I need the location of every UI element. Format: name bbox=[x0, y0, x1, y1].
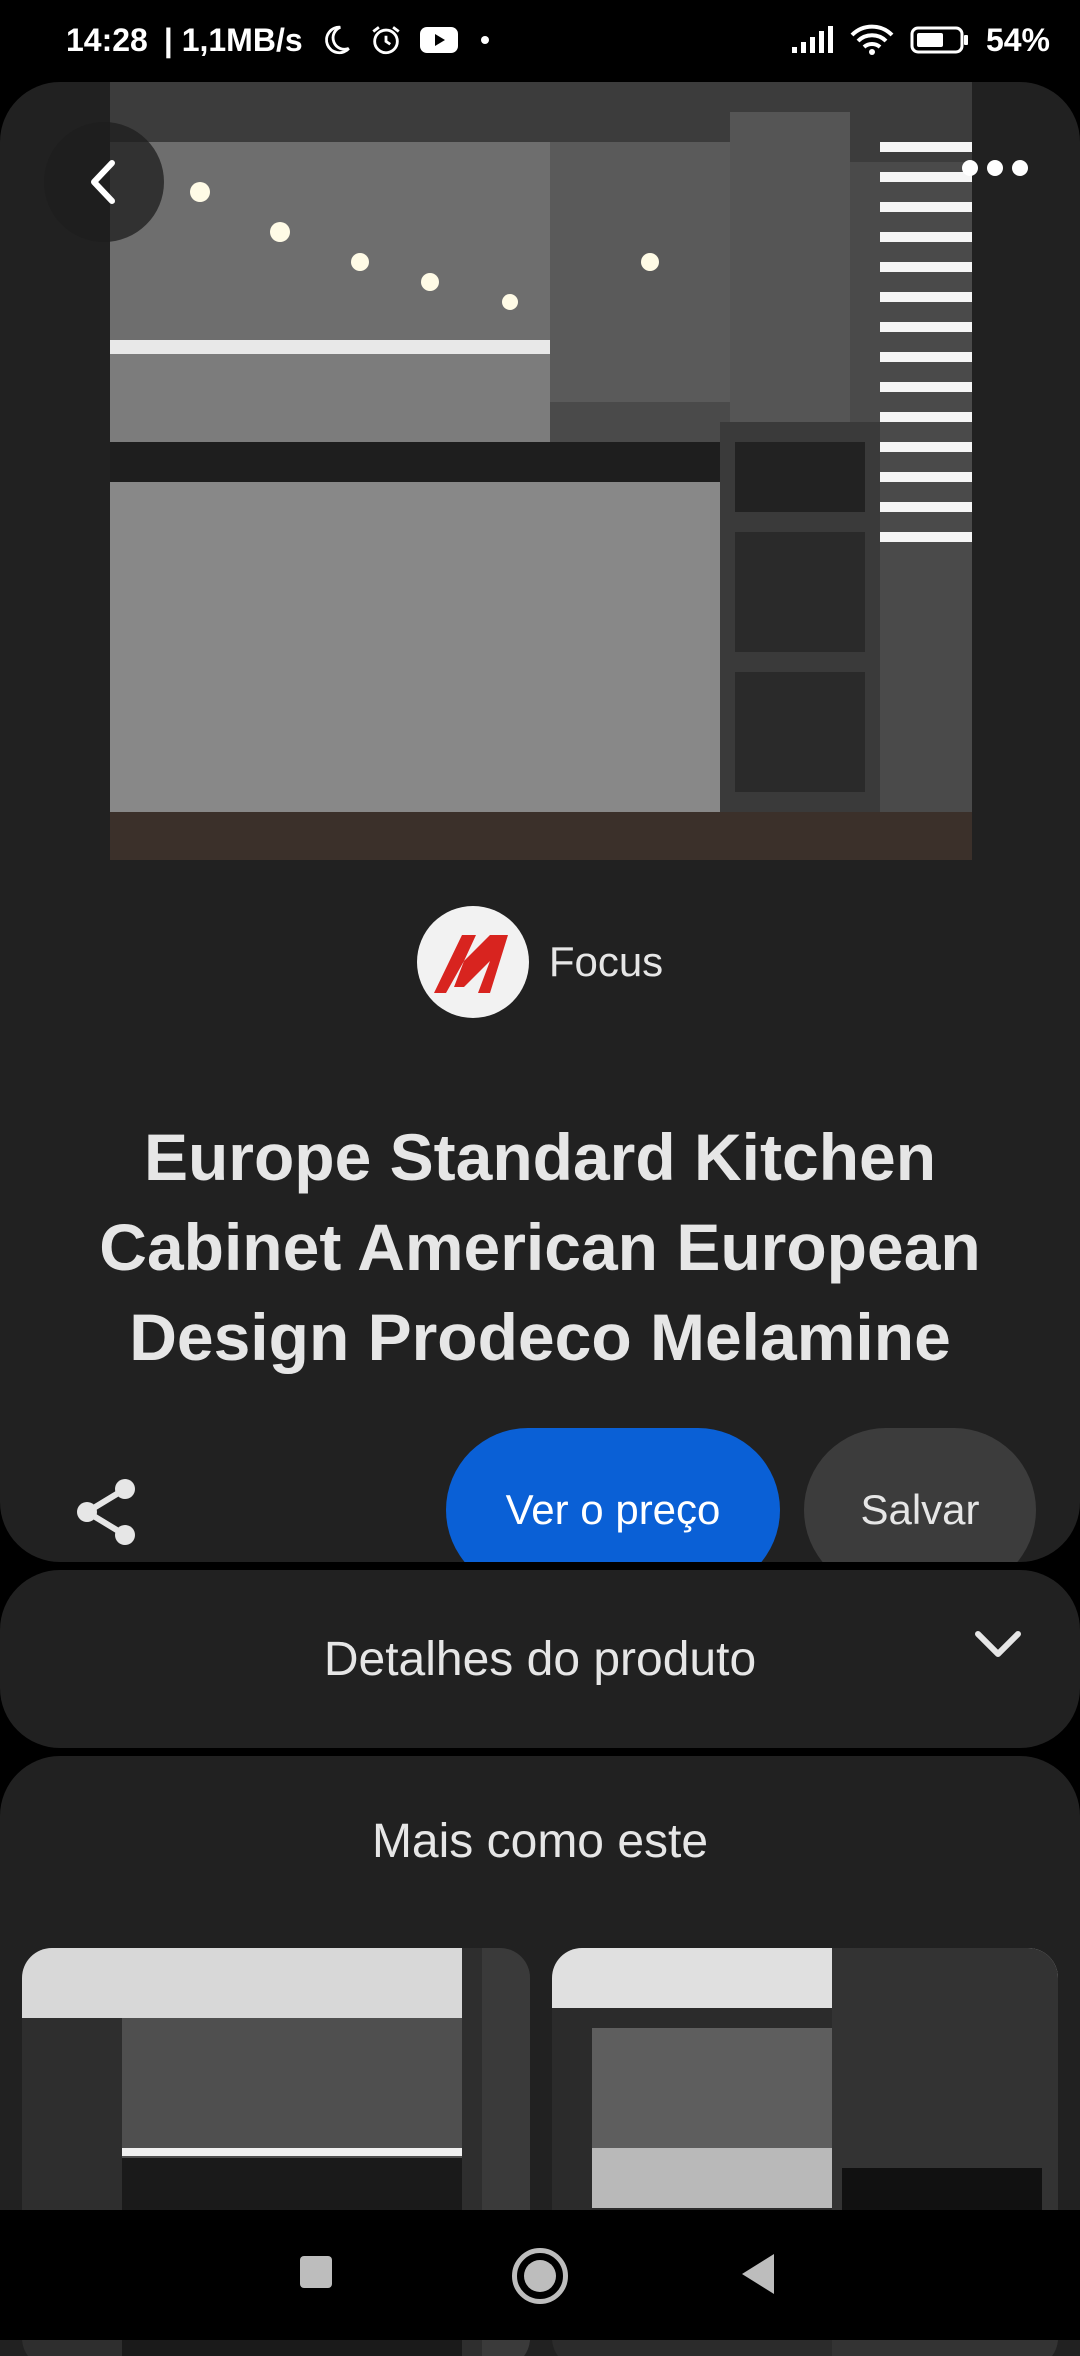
youtube-icon bbox=[419, 25, 459, 55]
wifi-icon bbox=[850, 24, 894, 56]
brand-name: Focus bbox=[548, 938, 664, 985]
brand-logo bbox=[416, 906, 529, 1018]
share-icon bbox=[77, 1479, 135, 1545]
status-bar: 14:28 | 1,1MB/s 54% bbox=[0, 0, 1080, 80]
back-button[interactable] bbox=[44, 122, 164, 242]
network-speed: | 1,1MB/s bbox=[163, 21, 303, 58]
share-button[interactable] bbox=[66, 1472, 146, 1552]
pin-title: Europe Standard Kitchen Cabinet American… bbox=[99, 1120, 981, 1374]
more-icon bbox=[962, 160, 1028, 176]
recent-apps-button[interactable] bbox=[300, 2256, 332, 2288]
dot-icon bbox=[475, 30, 495, 50]
battery-level: 54% bbox=[985, 21, 1050, 58]
home-button[interactable] bbox=[512, 2248, 568, 2304]
kitchen-image bbox=[110, 82, 972, 860]
battery-icon bbox=[910, 25, 970, 55]
save-button[interactable]: Salvar bbox=[804, 1428, 1036, 1562]
more-options-button[interactable] bbox=[950, 138, 1040, 198]
pin-card: Focus Europe Standard Kitchen Cabinet Am… bbox=[0, 82, 1080, 1562]
more-like-this-title: Mais como este bbox=[371, 1815, 709, 1868]
status-left: 14:28 | 1,1MB/s bbox=[66, 22, 495, 59]
status-time: 14:28 bbox=[66, 21, 148, 58]
product-details-toggle[interactable]: Detalhes do produto bbox=[0, 1570, 1080, 1748]
pin-image[interactable] bbox=[110, 82, 972, 860]
view-price-button[interactable]: Ver o preço bbox=[446, 1428, 780, 1562]
system-nav-bar bbox=[0, 2210, 1080, 2340]
chevron-down-icon bbox=[975, 1631, 1021, 1657]
signal-icon bbox=[790, 25, 834, 55]
chevron-left-icon bbox=[91, 160, 115, 204]
alarm-icon bbox=[369, 23, 403, 57]
focus-logo-icon bbox=[433, 935, 508, 993]
brand-row[interactable]: Focus bbox=[0, 904, 1080, 1020]
product-details-label: Detalhes do produto bbox=[323, 1632, 757, 1686]
back-nav-button[interactable] bbox=[742, 2254, 774, 2294]
moon-icon bbox=[319, 23, 353, 57]
status-right: 54% bbox=[790, 22, 1050, 59]
